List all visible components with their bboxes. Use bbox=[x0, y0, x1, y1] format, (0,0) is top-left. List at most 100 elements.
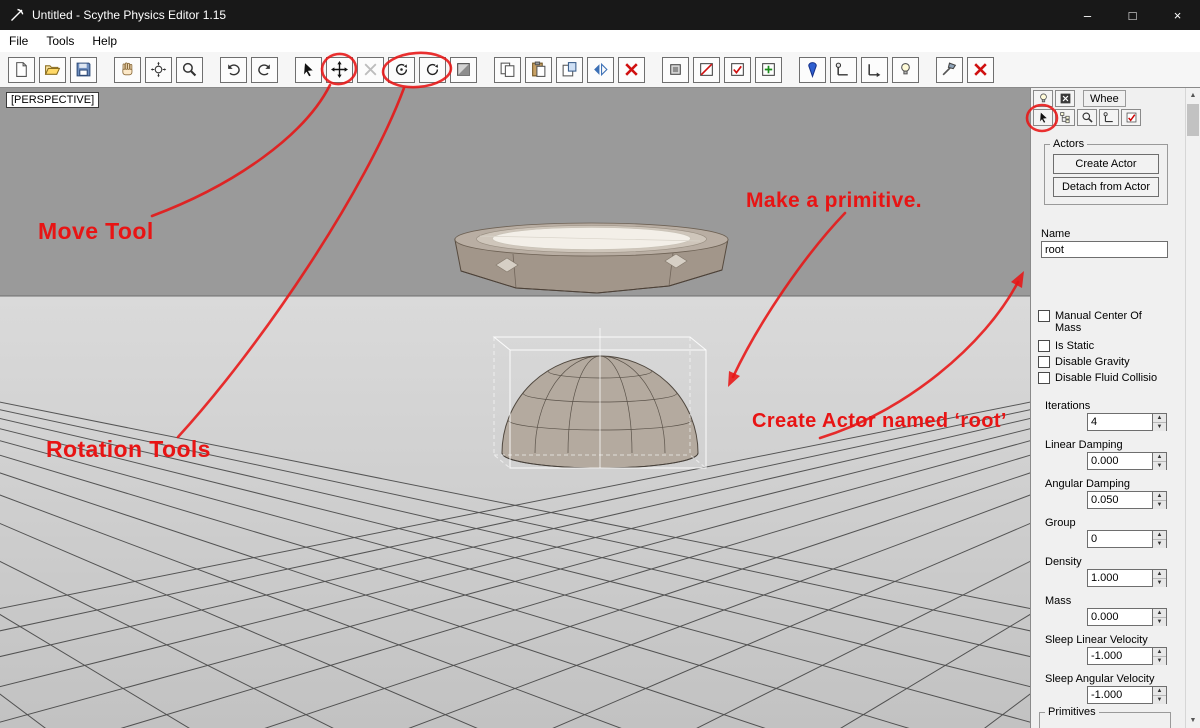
field-value: 0 bbox=[1091, 533, 1098, 545]
checkbox-icon[interactable] bbox=[1038, 340, 1050, 352]
move-tool-button[interactable] bbox=[326, 56, 353, 83]
menu-tools[interactable]: Tools bbox=[37, 31, 83, 51]
spin-up-icon[interactable]: ▲ bbox=[1153, 609, 1166, 618]
clear-all-button[interactable] bbox=[967, 56, 994, 83]
scroll-up-icon[interactable]: ▲ bbox=[1186, 88, 1200, 103]
scrollbar-thumb[interactable] bbox=[1187, 104, 1199, 136]
scroll-down-icon[interactable]: ▼ bbox=[1186, 713, 1200, 728]
joint-pin-button[interactable] bbox=[799, 56, 826, 83]
primitive-box-icon bbox=[667, 61, 684, 78]
detach-from-actor-button[interactable]: Detach from Actor bbox=[1053, 177, 1159, 197]
spin-down-icon[interactable]: ▼ bbox=[1153, 423, 1166, 431]
joint-prismatic-icon bbox=[866, 61, 883, 78]
joint-prismatic-button[interactable] bbox=[861, 56, 888, 83]
redo-button[interactable] bbox=[251, 56, 278, 83]
panel-validate-button[interactable] bbox=[1121, 109, 1141, 126]
open-file-button[interactable] bbox=[39, 56, 66, 83]
primitives-group-title: Primitives bbox=[1048, 706, 1096, 718]
select-tool-button[interactable] bbox=[295, 56, 322, 83]
spin-down-icon[interactable]: ▼ bbox=[1153, 618, 1166, 626]
paste-button[interactable] bbox=[525, 56, 552, 83]
menu-bar: File Tools Help bbox=[0, 30, 1200, 53]
spin-down-icon[interactable]: ▼ bbox=[1153, 540, 1166, 548]
checkbox-icon[interactable] bbox=[1038, 356, 1050, 368]
panel-hierarchy-button[interactable] bbox=[1055, 109, 1075, 126]
field-label: Sleep Linear Velocity bbox=[1045, 634, 1148, 646]
spin-up-icon[interactable]: ▲ bbox=[1153, 648, 1166, 657]
maximize-button[interactable]: □ bbox=[1110, 0, 1155, 30]
checkbox-label: Manual Center Of Mass bbox=[1055, 310, 1142, 334]
create-actor-button[interactable]: Create Actor bbox=[1053, 154, 1159, 174]
spin-down-icon[interactable]: ▼ bbox=[1153, 696, 1166, 704]
scale-tool-button[interactable] bbox=[357, 56, 384, 83]
checkbox-row-disable-fluid[interactable]: Disable Fluid Collisio bbox=[1038, 372, 1178, 384]
panel-scrollbar[interactable]: ▲ ▼ bbox=[1185, 88, 1200, 728]
field-mass: Mass 0.000 ▲ ▼ bbox=[1031, 595, 1185, 626]
build-button[interactable] bbox=[936, 56, 963, 83]
spin-down-icon[interactable]: ▼ bbox=[1153, 657, 1166, 665]
orbit-camera-button[interactable] bbox=[145, 56, 172, 83]
spin-up-icon[interactable]: ▲ bbox=[1153, 414, 1166, 423]
panel-zoom-button[interactable] bbox=[1077, 109, 1097, 126]
spin-up-icon[interactable]: ▲ bbox=[1153, 570, 1166, 579]
primitive-remove-button[interactable] bbox=[693, 56, 720, 83]
field-sleep-linear-velocity: Sleep Linear Velocity -1.000 ▲ ▼ bbox=[1031, 634, 1185, 665]
panel-render-mode-button[interactable] bbox=[1055, 90, 1075, 107]
field-value: 4 bbox=[1091, 416, 1098, 428]
undo-button[interactable] bbox=[220, 56, 247, 83]
checkbox-icon[interactable] bbox=[1038, 372, 1050, 384]
mirror-button[interactable] bbox=[587, 56, 614, 83]
zoom-button[interactable] bbox=[176, 56, 203, 83]
clone-button[interactable] bbox=[556, 56, 583, 83]
primitive-validate-button[interactable] bbox=[724, 56, 751, 83]
checkbox-row-manual-com[interactable]: Manual Center Of Mass bbox=[1038, 310, 1178, 334]
menu-file[interactable]: File bbox=[0, 31, 37, 51]
checkbox-row-is-static[interactable]: Is Static bbox=[1038, 340, 1178, 352]
sleep-angular-velocity-spinner[interactable]: -1.000 ▲ ▼ bbox=[1087, 686, 1167, 704]
delete-button[interactable] bbox=[618, 56, 645, 83]
snap-button[interactable] bbox=[450, 56, 477, 83]
spin-down-icon[interactable]: ▼ bbox=[1153, 579, 1166, 587]
density-spinner[interactable]: 1.000 ▲ ▼ bbox=[1087, 569, 1167, 587]
save-file-button[interactable] bbox=[70, 56, 97, 83]
angular-damping-spinner[interactable]: 0.050 ▲ ▼ bbox=[1087, 491, 1167, 509]
close-button[interactable]: × bbox=[1155, 0, 1200, 30]
primitive-box-button[interactable] bbox=[662, 56, 689, 83]
minimize-button[interactable]: – bbox=[1065, 0, 1110, 30]
name-input[interactable] bbox=[1041, 241, 1168, 258]
spin-down-icon[interactable]: ▼ bbox=[1153, 501, 1166, 509]
spin-up-icon[interactable]: ▲ bbox=[1153, 492, 1166, 501]
field-linear-damping: Linear Damping 0.000 ▲ ▼ bbox=[1031, 439, 1185, 470]
panel-tab-wheel[interactable]: Whee bbox=[1083, 90, 1126, 107]
name-label: Name bbox=[1041, 228, 1071, 240]
copy-button[interactable] bbox=[494, 56, 521, 83]
checkbox-row-disable-gravity[interactable]: Disable Gravity bbox=[1038, 356, 1178, 368]
new-file-button[interactable] bbox=[8, 56, 35, 83]
sleep-linear-velocity-spinner[interactable]: -1.000 ▲ ▼ bbox=[1087, 647, 1167, 665]
panel-select-button[interactable] bbox=[1033, 109, 1053, 126]
checkbox-icon[interactable] bbox=[1038, 310, 1050, 322]
linear-damping-spinner[interactable]: 0.000 ▲ ▼ bbox=[1087, 452, 1167, 470]
viewport-3d[interactable]: [PERSPECTIVE] bbox=[0, 88, 1030, 728]
spin-up-icon[interactable]: ▲ bbox=[1153, 531, 1166, 540]
joint-hinge-button[interactable] bbox=[830, 56, 857, 83]
spin-up-icon[interactable]: ▲ bbox=[1153, 453, 1166, 462]
pan-button[interactable] bbox=[114, 56, 141, 83]
iterations-spinner[interactable]: 4 ▲ ▼ bbox=[1087, 413, 1167, 431]
mass-spinner[interactable]: 0.000 ▲ ▼ bbox=[1087, 608, 1167, 626]
rotate-view-button[interactable] bbox=[419, 56, 446, 83]
primitive-add-button[interactable] bbox=[755, 56, 782, 83]
panel-joint-button[interactable] bbox=[1099, 109, 1119, 126]
actors-groupbox: Actors Create Actor Detach from Actor bbox=[1044, 138, 1168, 205]
title-bar: Untitled - Scythe Physics Editor 1.15 – … bbox=[0, 0, 1200, 30]
redo-icon bbox=[256, 61, 273, 78]
hierarchy-tree-icon bbox=[1059, 111, 1072, 124]
menu-help[interactable]: Help bbox=[83, 31, 126, 51]
spin-down-icon[interactable]: ▼ bbox=[1153, 462, 1166, 470]
scale-icon bbox=[362, 61, 379, 78]
light-button[interactable] bbox=[892, 56, 919, 83]
group-spinner[interactable]: 0 ▲ ▼ bbox=[1087, 530, 1167, 548]
spin-up-icon[interactable]: ▲ bbox=[1153, 687, 1166, 696]
panel-light-button[interactable] bbox=[1033, 90, 1053, 107]
rotate-free-button[interactable] bbox=[388, 56, 415, 83]
